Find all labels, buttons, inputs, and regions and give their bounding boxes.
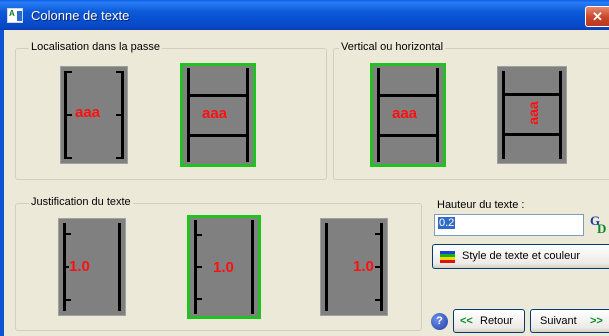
next-arrow-icon: >> [590,315,603,327]
justification-option-left[interactable]: 1.0 [58,218,126,316]
window-title: Colonne de texte [31,8,130,23]
text-style-color-button[interactable]: Style de texte et couleur [432,244,609,269]
justification-sample-text: 1.0 [69,258,90,275]
orientation-sample-text: aaa [392,105,418,122]
close-button[interactable]: ✕ [585,6,609,27]
orientation-sample-text-vertical: aaa [525,101,541,125]
location-sample-text: aaa [72,104,104,121]
orientation-group-label: Vertical ou horizontal [339,41,446,53]
justification-option-right[interactable]: 1.0 [320,218,388,316]
justification-sample-text: 1.0 [213,259,234,276]
back-arrow-icon: << [460,315,473,327]
orientation-option-vertical[interactable]: aaa [497,66,567,164]
back-button[interactable]: << Retour [453,309,525,333]
window-frame [0,30,4,336]
app-icon: A [7,8,23,23]
location-group-label: Localisation dans la passe [29,41,163,53]
help-icon[interactable]: ? [431,313,448,330]
justification-option-center[interactable]: 1.0 [187,215,261,319]
justification-group-label: Justification du texte [29,196,133,208]
color-swatch-icon [440,251,455,263]
location-option-outside[interactable]: aaa [60,66,128,164]
text-height-label: Hauteur du texte : [437,199,525,211]
calculator-button[interactable]: G D [587,213,609,237]
justification-sample-text: 1.0 [353,258,374,275]
location-sample-text: aaa [202,105,228,122]
text-height-value: 0.2 [438,217,456,229]
title-bar: A Colonne de texte ✕ [0,0,609,30]
next-button-label: Suivant [540,315,577,327]
back-button-label: Retour [480,315,514,327]
text-style-color-label: Style de texte et couleur [462,250,581,262]
location-option-inside[interactable]: aaa [180,63,256,167]
calculator-icon-d: D [597,221,607,236]
text-height-input[interactable]: 0.2 [434,214,584,236]
next-button[interactable]: Suivant >> [530,309,609,333]
orientation-option-horizontal[interactable]: aaa [370,63,446,167]
